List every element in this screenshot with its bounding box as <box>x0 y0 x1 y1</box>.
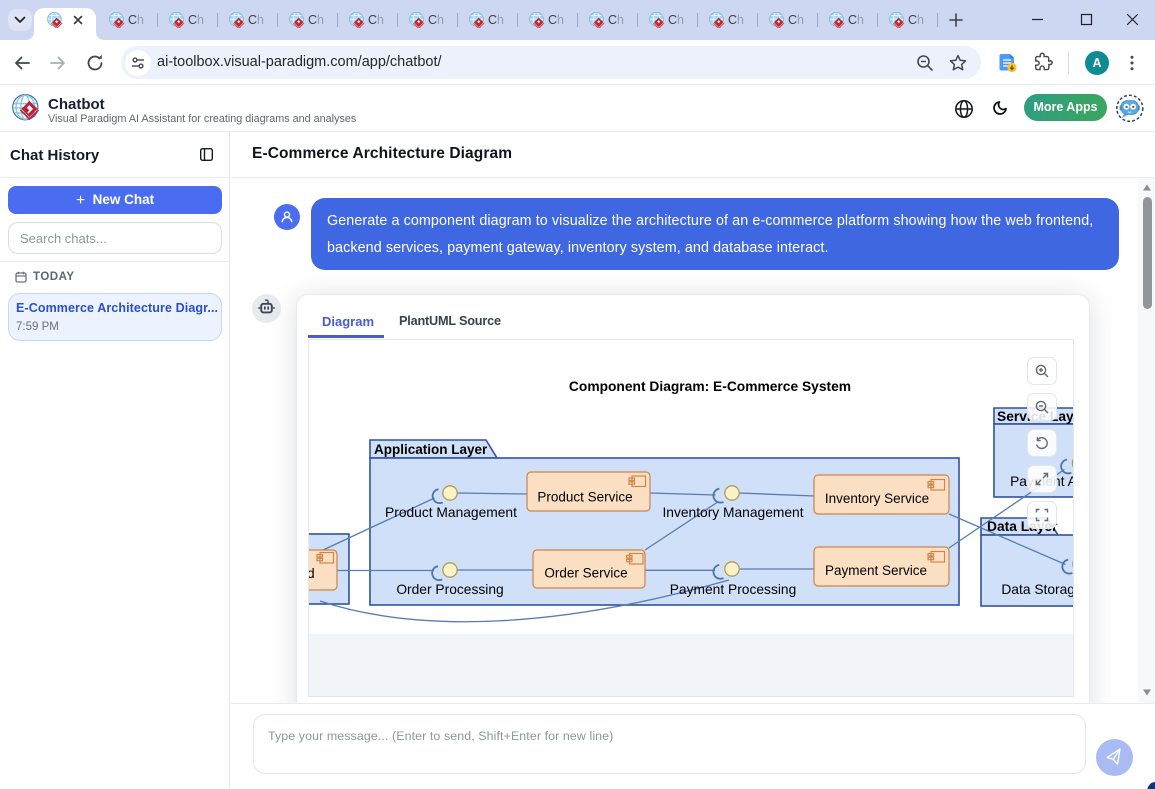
svg-text:Inventory Service: Inventory Service <box>825 491 929 506</box>
svg-text:Component Diagram: E-Commerce: Component Diagram: E-Commerce System <box>569 379 851 394</box>
svg-text:Inventory Management: Inventory Management <box>662 505 803 520</box>
svg-text:Payment Service: Payment Service <box>825 563 927 578</box>
svg-text:Product Service: Product Service <box>537 490 632 505</box>
svg-text:Payment Processing: Payment Processing <box>670 582 797 597</box>
svg-text:Data Storage: Data Storage <box>1001 582 1073 597</box>
svg-text:Web Frontend: Web Frontend <box>309 566 315 581</box>
svg-text:Application Layer: Application Layer <box>374 442 488 457</box>
svg-text:Order Processing: Order Processing <box>396 582 503 597</box>
svg-text:Product Management: Product Management <box>385 505 517 520</box>
svg-text:Order Service: Order Service <box>544 566 627 581</box>
